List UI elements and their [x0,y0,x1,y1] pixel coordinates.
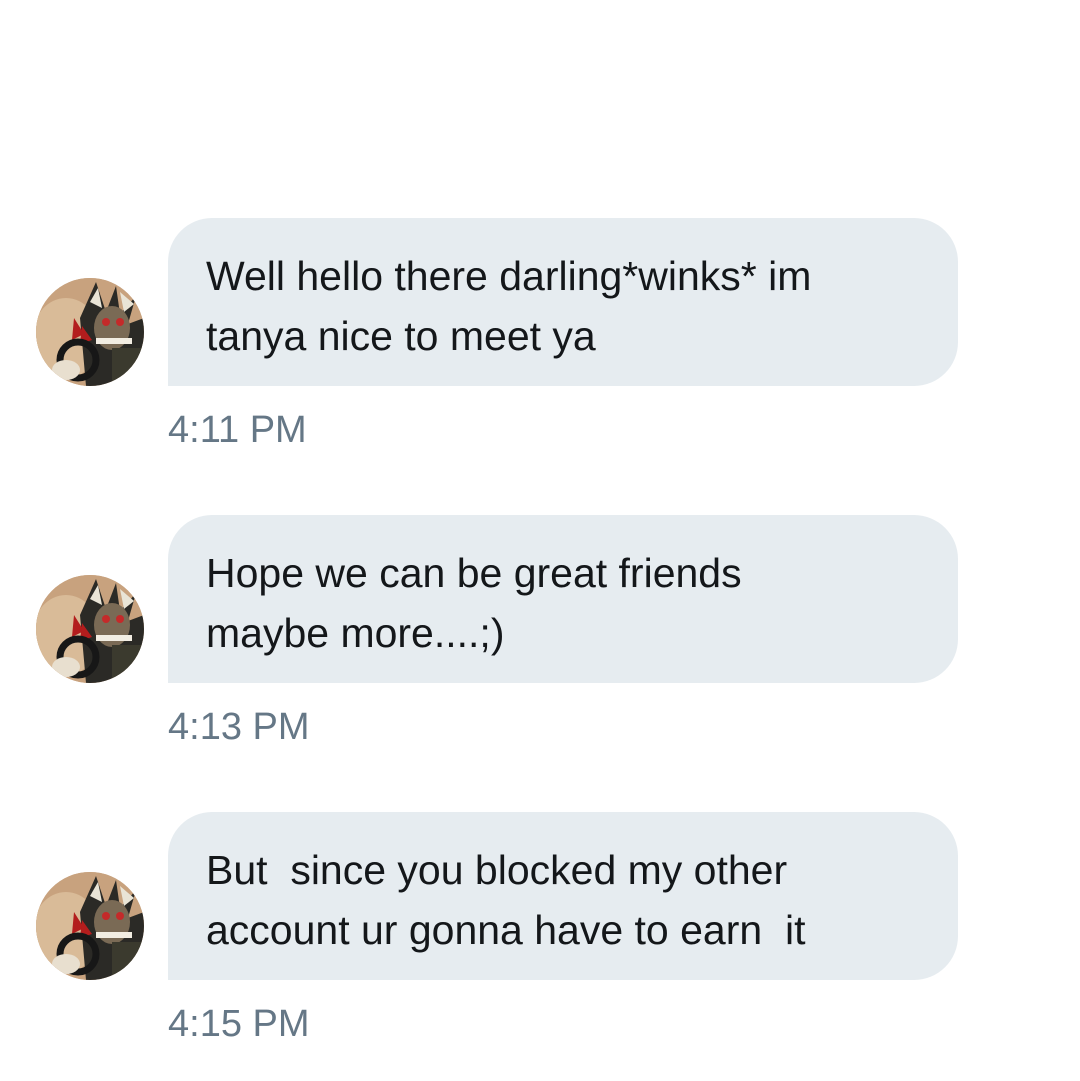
message-text: Hope we can be great friends maybe more.… [206,550,742,656]
user-avatar-icon [36,872,144,980]
message-timestamp: 4:11 PM [168,409,307,451]
message-timestamp: 4:13 PM [168,706,310,748]
sender-avatar[interactable] [36,872,144,980]
message-text: But since you blocked my other account u… [206,847,806,953]
sender-avatar[interactable] [36,575,144,683]
user-avatar-icon [36,575,144,683]
sender-avatar[interactable] [36,278,144,386]
user-avatar-icon [36,278,144,386]
message-text: Well hello there darling*winks* im tanya… [206,253,812,359]
message-timestamp: 4:15 PM [168,1003,310,1045]
message-bubble[interactable]: Hope we can be great friends maybe more.… [168,515,958,683]
message-bubble[interactable]: But since you blocked my other account u… [168,812,958,980]
message-bubble[interactable]: Well hello there darling*winks* im tanya… [168,218,958,386]
